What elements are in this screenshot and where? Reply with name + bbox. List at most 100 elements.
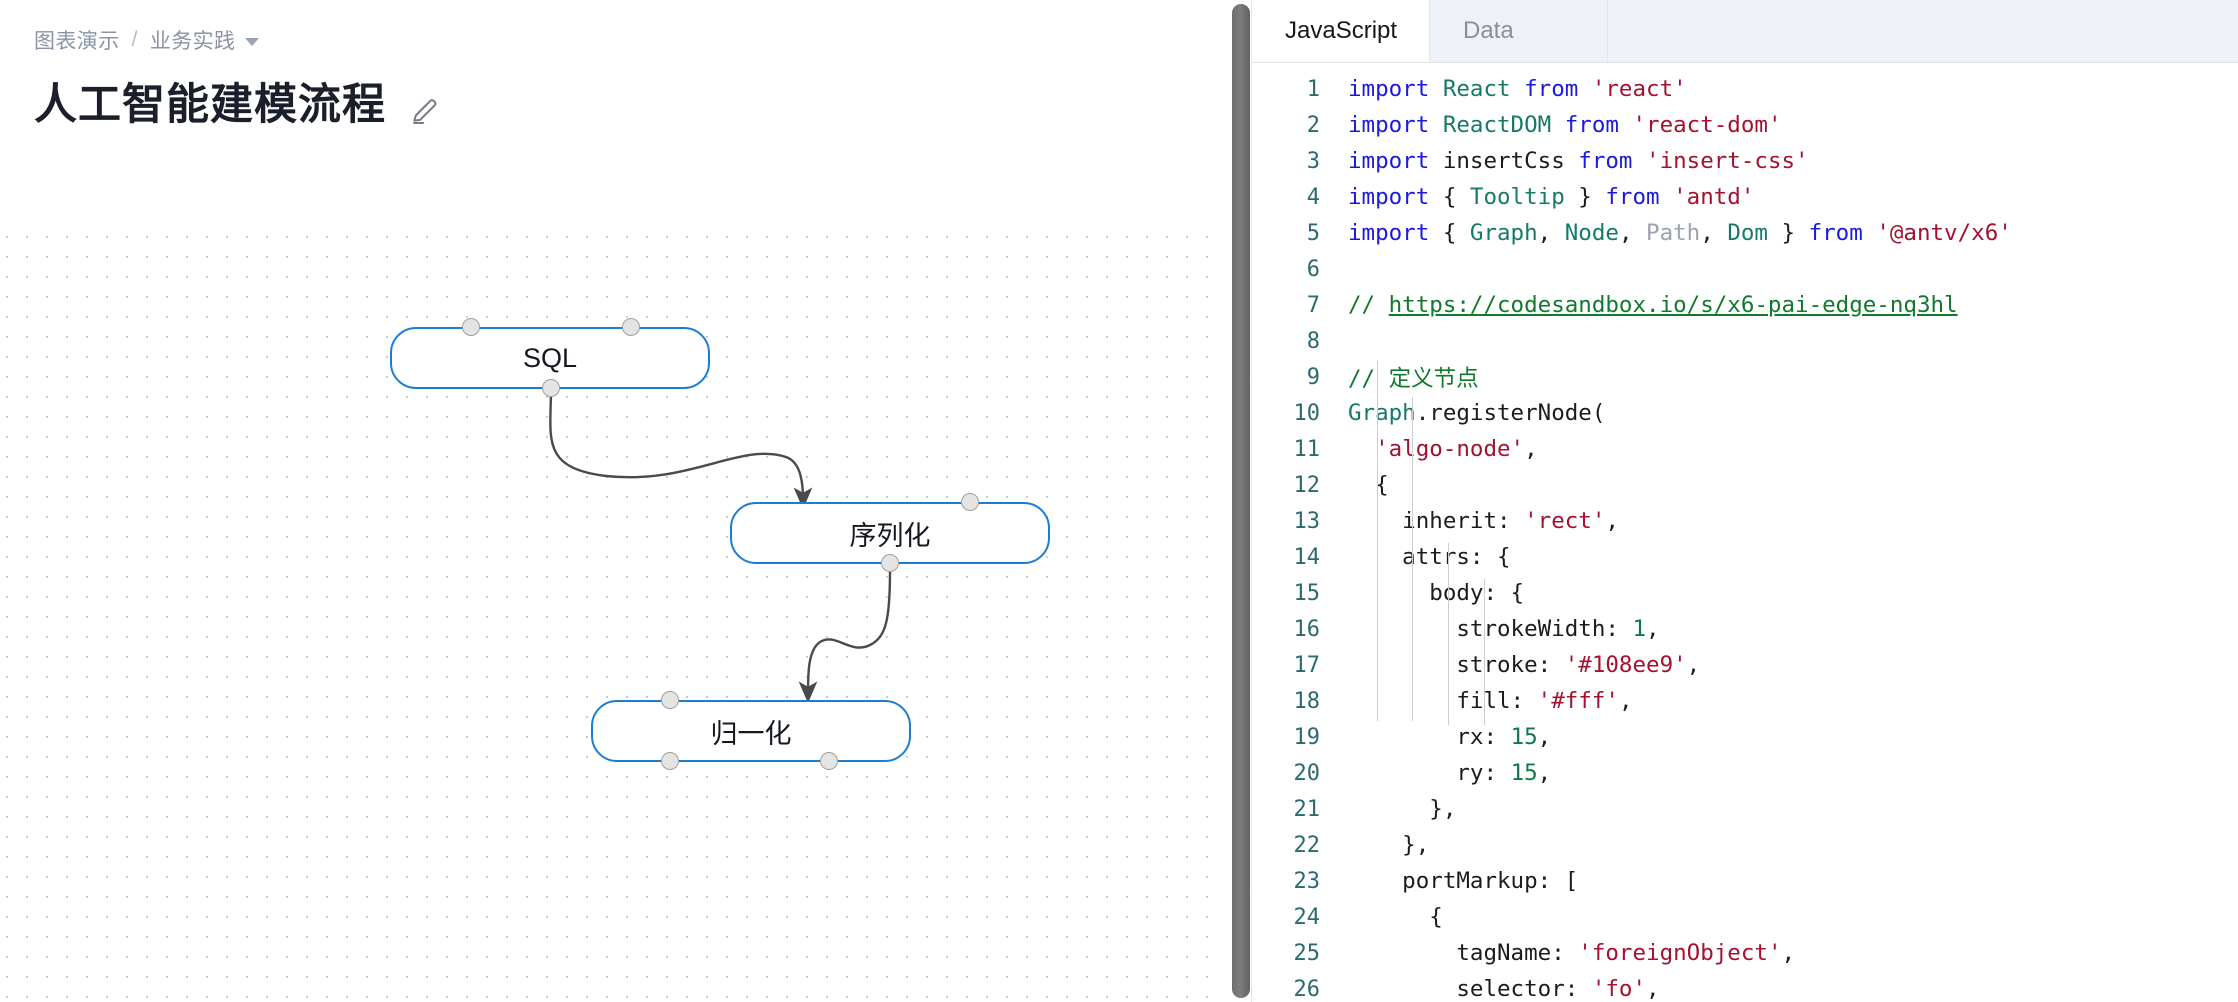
editor-tabbar: JavaScript Data (1252, 0, 2238, 63)
indent-guide (1412, 397, 1413, 721)
line-number: 3 (1306, 148, 1320, 174)
code-panel: JavaScript Data 1 import React from 'reac… (1252, 0, 2238, 1002)
graph-node-sql-port-bottom[interactable] (542, 379, 560, 397)
line-number: 19 (1293, 724, 1321, 750)
code-token: 'insert-css' (1646, 148, 1809, 174)
code-token: 'rect' (1524, 508, 1606, 534)
chevron-down-icon[interactable] (245, 38, 260, 46)
code-token: 'react-dom' (1632, 112, 1782, 138)
code-line[interactable]: 15 body: { (1252, 575, 2238, 611)
line-number: 18 (1293, 688, 1321, 714)
graph-node-normalize[interactable]: 归一化 (591, 700, 911, 762)
code-line-text: attrs: { (1348, 544, 1511, 570)
breadcrumb: 图表演示 / 业务实践 (34, 24, 1188, 56)
graph-node-normalize-label: 归一化 (710, 718, 792, 749)
code-token: attrs: { (1348, 544, 1511, 570)
code-token: Tooltip (1469, 184, 1565, 210)
code-line-text: Graph.registerNode( (1348, 400, 1605, 426)
code-line[interactable]: 16 strokeWidth: 1, (1252, 611, 2238, 647)
code-token: , (1618, 688, 1633, 714)
breadcrumb-separator: / (131, 28, 138, 51)
code-line[interactable]: 24 { (1252, 899, 2238, 935)
code-token: , (1524, 436, 1538, 462)
line-number: 24 (1293, 904, 1321, 930)
code-token[interactable]: https://codesandbox.io/s/x6-pai-edge-nq3… (1389, 292, 1958, 318)
code-line[interactable]: 10 Graph.registerNode( (1252, 395, 2238, 431)
code-line-text: import React from 'react' (1348, 76, 1687, 102)
code-line[interactable]: 8 (1252, 323, 2238, 359)
code-line-text: rx: 15, (1348, 724, 1551, 750)
graph-node-normalize-port-bottom-right[interactable] (820, 752, 838, 770)
code-line[interactable]: 17 stroke: '#108ee9', (1252, 647, 2238, 683)
code-line[interactable]: 2 import ReactDOM from 'react-dom' (1252, 107, 2238, 143)
code-token: from (1605, 184, 1660, 210)
code-line-text: import { Tooltip } from 'antd' (1348, 184, 1754, 210)
code-line-text: }, (1348, 796, 1456, 822)
code-line[interactable]: 13 inherit: 'rect', (1252, 503, 2238, 539)
code-line[interactable]: 14 attrs: { (1252, 539, 2238, 575)
code-line[interactable]: 18 fill: '#fff', (1252, 683, 2238, 719)
code-line-text: stroke: '#108ee9', (1348, 652, 1700, 678)
code-line[interactable]: 7 // https://codesandbox.io/s/x6-pai-edge… (1252, 287, 2238, 323)
code-line[interactable]: 20 ry: 15, (1252, 755, 2238, 791)
code-token: 'fo' (1591, 976, 1647, 1002)
code-line[interactable]: 12 { (1252, 467, 2238, 503)
code-line[interactable]: 26 selector: 'fo', (1252, 971, 2238, 1002)
code-line-text: }, (1348, 832, 1429, 858)
code-token: Dom (1727, 220, 1768, 246)
tab-javascript[interactable]: JavaScript (1252, 0, 1430, 62)
code-line[interactable]: 1 import React from 'react' (1252, 71, 2238, 107)
code-line[interactable]: 4 import { Tooltip } from 'antd' (1252, 179, 2238, 215)
edge-sql-to-serialize[interactable] (549, 387, 813, 510)
panel-splitter[interactable] (1222, 0, 1252, 1002)
code-token: 'foreignObject' (1578, 940, 1782, 966)
code-token: .registerNode( (1415, 400, 1606, 426)
page-title: 人工智能建模流程 (34, 81, 386, 129)
graph-node-normalize-port-top-left[interactable] (661, 691, 679, 709)
code-token: import (1348, 112, 1430, 138)
graph-canvas[interactable]: SQL 序列化 归一化 (0, 232, 1222, 1002)
line-number: 22 (1293, 832, 1321, 858)
code-token: import (1348, 184, 1430, 210)
tab-data-label: Data (1463, 17, 1514, 44)
graph-node-serialize-port-bottom[interactable] (881, 554, 899, 572)
graph-node-serialize-port-top-right[interactable] (961, 493, 979, 511)
vertical-scrollbar-track[interactable] (1227, 0, 1250, 1002)
breadcrumb-item-1[interactable]: 业务实践 (150, 25, 236, 55)
code-token: from (1808, 220, 1863, 246)
code-line[interactable]: 6 (1252, 251, 2238, 287)
code-line[interactable]: 21 }, (1252, 791, 2238, 827)
code-line[interactable]: 5 import { Graph, Node, Path, Dom } from … (1252, 215, 2238, 251)
line-number: 11 (1293, 436, 1321, 462)
code-line[interactable]: 9 // 定义节点 (1252, 359, 2238, 395)
edge-serialize-to-normalize[interactable] (798, 569, 892, 704)
code-line[interactable]: 19 rx: 15, (1252, 719, 2238, 755)
line-number: 14 (1293, 544, 1321, 570)
pencil-icon[interactable] (410, 95, 440, 125)
code-token: portMarkup: [ (1348, 868, 1579, 894)
line-number: 23 (1293, 868, 1321, 894)
code-line[interactable]: 11 'algo-node', (1252, 431, 2238, 467)
graph-node-normalize-port-bottom-left[interactable] (661, 752, 679, 770)
code-line-text: ry: 15, (1348, 760, 1551, 786)
code-token: import (1348, 220, 1430, 246)
code-line[interactable]: 25 tagName: 'foreignObject', (1252, 935, 2238, 971)
graph-node-sql-port-top-left[interactable] (462, 318, 480, 336)
title-row: 人工智能建模流程 (34, 81, 1188, 129)
line-number: 7 (1306, 292, 1320, 318)
line-number: 15 (1293, 580, 1321, 606)
code-token: stroke: (1348, 652, 1565, 678)
tab-data[interactable]: Data (1430, 0, 1608, 62)
line-number: 2 (1306, 112, 1320, 138)
code-line[interactable]: 22 }, (1252, 827, 2238, 863)
code-token: 15 (1510, 760, 1538, 786)
code-line[interactable]: 23 portMarkup: [ (1252, 863, 2238, 899)
vertical-scrollbar-thumb[interactable] (1232, 4, 1250, 998)
breadcrumb-item-0[interactable]: 图表演示 (34, 25, 120, 55)
code-editor[interactable]: 1 import React from 'react' 2 import ReactD… (1252, 63, 2238, 1002)
code-token: , (1618, 220, 1647, 246)
code-line[interactable]: 3 import insertCss from 'insert-css' (1252, 143, 2238, 179)
graph-node-sql-port-top-right[interactable] (622, 318, 640, 336)
